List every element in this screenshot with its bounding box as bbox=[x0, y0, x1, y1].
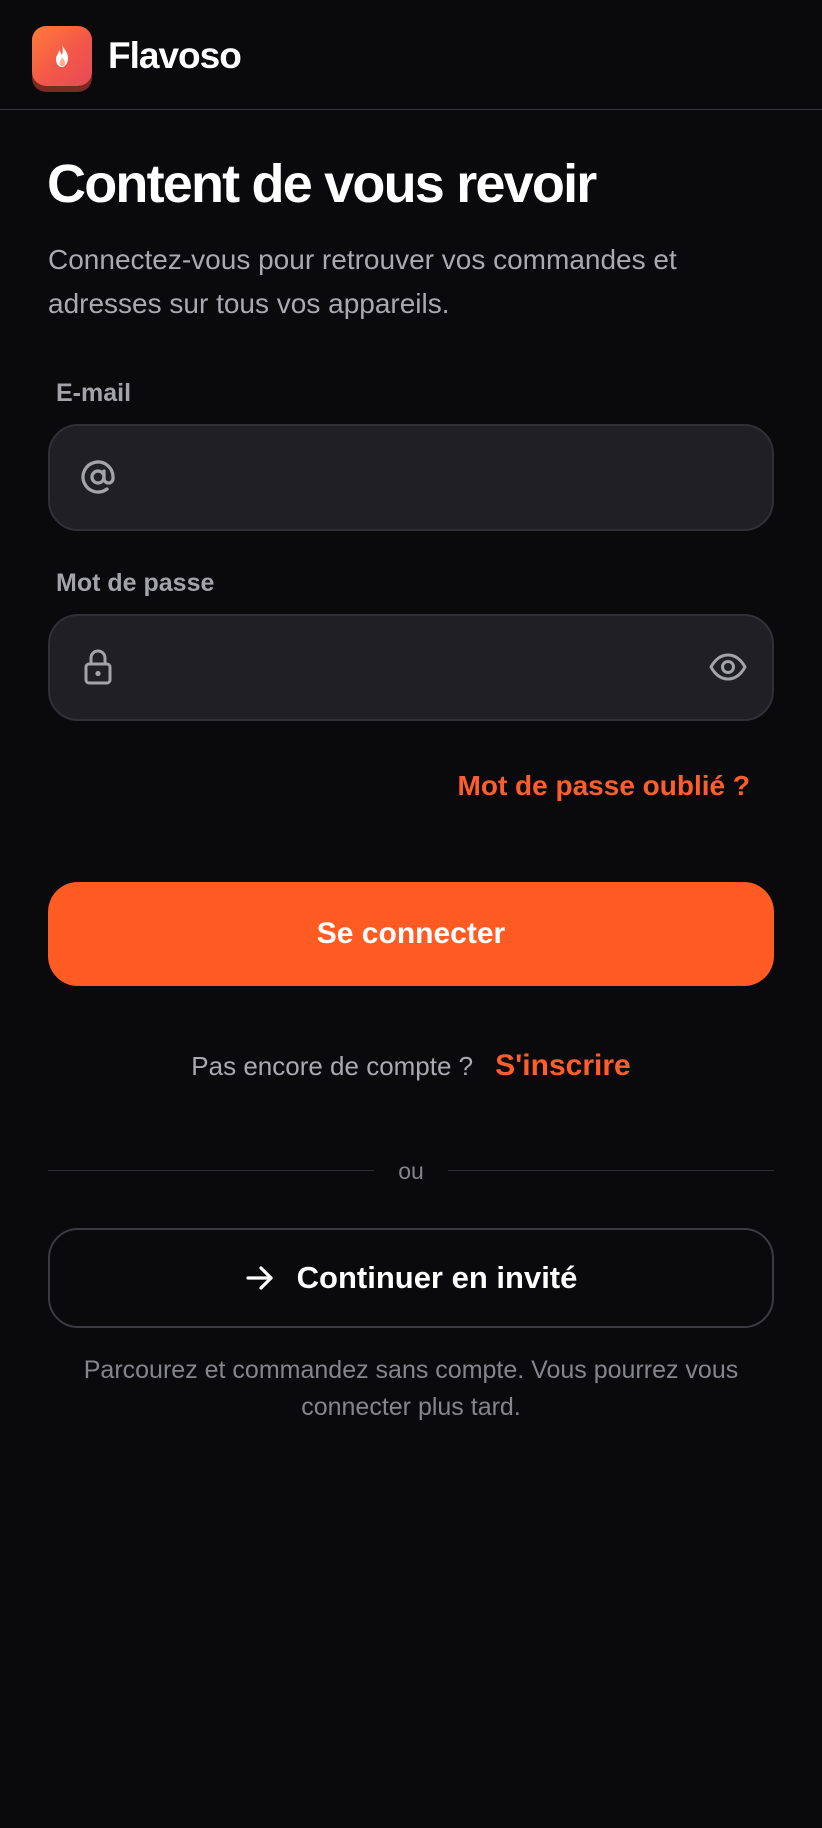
forgot-password-link[interactable]: Mot de passe oublié ? bbox=[458, 768, 750, 804]
app-logo[interactable] bbox=[32, 26, 92, 86]
brand-name: Flavoso bbox=[108, 35, 242, 76]
page-title: Content de vous revoir bbox=[47, 154, 597, 214]
guest-note: Parcourez et commandez sans compte. Vous… bbox=[83, 1356, 739, 1421]
email-input[interactable] bbox=[148, 426, 672, 531]
password-input[interactable] bbox=[148, 616, 672, 721]
login-button[interactable]: Se connecter bbox=[48, 882, 774, 986]
guest-button-label: Continuer en invité bbox=[296, 1260, 578, 1295]
divider-line-left bbox=[48, 1170, 374, 1171]
signup-row: Pas encore de compte ? S'inscrire bbox=[0, 1046, 822, 1091]
eye-icon[interactable] bbox=[706, 647, 750, 687]
password-label: Mot de passe bbox=[56, 569, 215, 597]
arrow-right-icon bbox=[245, 1264, 275, 1292]
email-label: E-mail bbox=[56, 379, 132, 407]
signup-prompt: Pas encore de compte ? bbox=[191, 1051, 474, 1081]
page-subtitle: Connectez-vous pour retrouver vos comman… bbox=[48, 244, 677, 319]
email-field[interactable] bbox=[48, 424, 774, 531]
at-sign-icon bbox=[78, 457, 118, 497]
divider-line-right bbox=[448, 1170, 774, 1171]
lock-icon bbox=[78, 647, 118, 687]
top-bar: Flavoso bbox=[0, 0, 822, 110]
password-field[interactable] bbox=[48, 614, 774, 721]
divider-text: ou bbox=[398, 1158, 424, 1184]
guest-button[interactable]: Continuer en invité bbox=[48, 1228, 774, 1328]
signup-link[interactable]: S'inscrire bbox=[495, 1049, 631, 1082]
flame-icon bbox=[56, 44, 68, 67]
